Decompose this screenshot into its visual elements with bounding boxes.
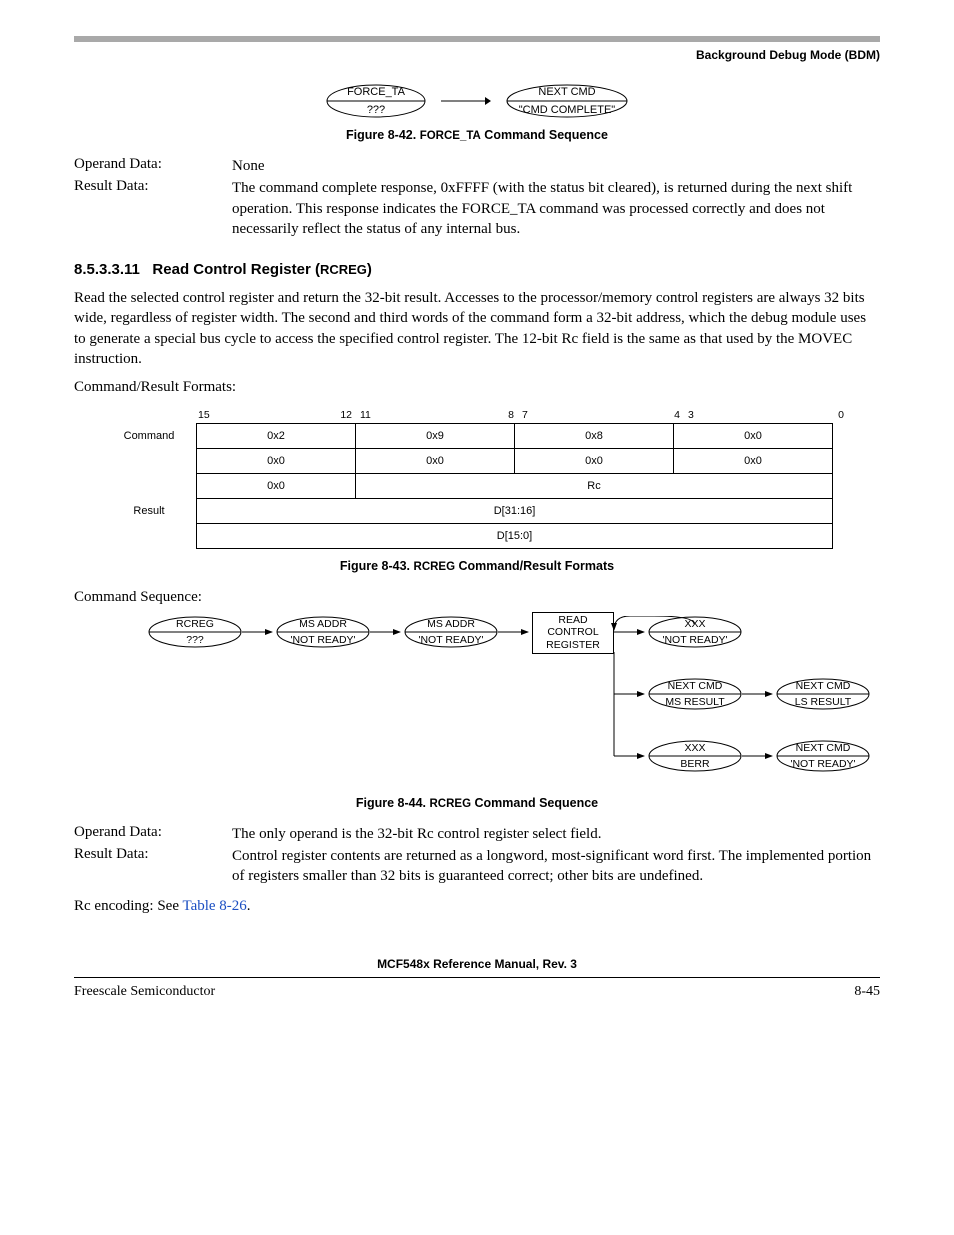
- footer-right: 8-45: [854, 984, 880, 1000]
- top-rule: [74, 36, 880, 42]
- result-label: Result Data:: [74, 846, 232, 887]
- bubble-label: FORCE_TA: [326, 86, 426, 98]
- rect-line: CONTROL: [533, 626, 613, 638]
- operand-label: Operand Data:: [74, 824, 232, 844]
- result-value: Control register contents are returned a…: [232, 846, 880, 887]
- rect-line: REGISTER: [533, 639, 613, 651]
- bubble-value: "CMD COMPLETE": [506, 104, 628, 116]
- node-next-ls: NEXT CMD LS RESULT: [776, 678, 870, 710]
- node-value: MS RESULT: [648, 696, 742, 708]
- cs-label: Command Sequence:: [74, 587, 880, 607]
- operand-label: Operand Data:: [74, 156, 232, 176]
- bit-cell: D[31:16]: [197, 499, 833, 524]
- bubble-label: NEXT CMD: [506, 86, 628, 98]
- node-value: ???: [148, 634, 242, 646]
- bit-cell: 0x8: [515, 424, 674, 449]
- table-link[interactable]: Table 8-26: [182, 898, 246, 914]
- operand-data-row: Operand Data: None: [74, 156, 880, 176]
- node-rcreg: RCREG ???: [148, 616, 242, 648]
- rect-line: READ: [533, 614, 613, 626]
- node-value: 'NOT READY': [776, 758, 870, 770]
- node-label: NEXT CMD: [648, 680, 742, 692]
- footer-rule: [74, 977, 880, 978]
- node-read-control: READ CONTROL REGISTER: [532, 612, 614, 654]
- result-data-row-2: Result Data: Control register contents a…: [74, 846, 880, 887]
- bit-cell: 0x0: [356, 449, 515, 474]
- node-xxx-berr: XXX BERR: [648, 740, 742, 772]
- node-label: NEXT CMD: [776, 680, 870, 692]
- bit-cell: 0x0: [197, 474, 356, 499]
- bit-cell: 0x0: [674, 424, 833, 449]
- node-value: 'NOT READY': [276, 634, 370, 646]
- result-data-row: Result Data: The command complete respon…: [74, 178, 880, 239]
- node-ms-addr-2: MS ADDR 'NOT READY': [404, 616, 498, 648]
- bit-cell: 0x2: [197, 424, 356, 449]
- node-label: MS ADDR: [276, 618, 370, 630]
- figure-42-caption: Figure 8-42. FORCE_TA Command Sequence: [74, 128, 880, 142]
- operand-value: The only operand is the 32-bit Rc contro…: [232, 824, 880, 844]
- bit-table: Command 0x2 0x9 0x8 0x0 0x0 0x0 0x0 0x0 …: [104, 423, 833, 549]
- row-label: Command: [104, 424, 197, 449]
- node-label: RCREG: [148, 618, 242, 630]
- node-label: MS ADDR: [404, 618, 498, 630]
- section-body: Read the selected control register and r…: [74, 288, 880, 369]
- bubble-force-ta: FORCE_TA ???: [326, 84, 426, 118]
- figure-43-caption: Figure 8-43. RCREG Command/Result Format…: [74, 559, 880, 573]
- result-value: The command complete response, 0xFFFF (w…: [232, 178, 880, 239]
- bit-cell: 0x0: [197, 449, 356, 474]
- bit-header: 15 12 11 8 7 4 3 0: [194, 409, 880, 421]
- node-next-notready: NEXT CMD 'NOT READY': [776, 740, 870, 772]
- node-value: 'NOT READY': [648, 634, 742, 646]
- bit-cell: 0x9: [356, 424, 515, 449]
- section-heading: 8.5.3.3.11 Read Control Register (RCREG): [74, 261, 880, 278]
- bit-cell: Rc: [356, 474, 833, 499]
- node-label: XXX: [648, 618, 742, 630]
- bit-cell: D[15:0]: [197, 524, 833, 549]
- figure-44-caption: Figure 8-44. RCREG Command Sequence: [74, 796, 880, 810]
- operand-data-row-2: Operand Data: The only operand is the 32…: [74, 824, 880, 844]
- rc-encoding-line: Rc encoding: See Table 8-26.: [74, 896, 880, 916]
- arrow-icon: [441, 96, 491, 106]
- node-label: XXX: [648, 742, 742, 754]
- node-ms-addr-1: MS ADDR 'NOT READY': [276, 616, 370, 648]
- figure-42-diagram: FORCE_TA ??? NEXT CMD "CMD COMPLETE": [74, 84, 880, 118]
- footer-manual-title: MCF548x Reference Manual, Rev. 3: [74, 957, 880, 971]
- footer-line: Freescale Semiconductor 8-45: [74, 984, 880, 1000]
- operand-value: None: [232, 156, 880, 176]
- bubble-value: ???: [326, 104, 426, 116]
- node-label: NEXT CMD: [776, 742, 870, 754]
- row-label: Result: [104, 499, 197, 524]
- bit-table-wrap: 15 12 11 8 7 4 3 0 Command 0x2 0x9 0x8 0…: [104, 409, 880, 549]
- bit-cell: 0x0: [515, 449, 674, 474]
- footer-left: Freescale Semiconductor: [74, 984, 215, 1000]
- crf-label: Command/Result Formats:: [74, 377, 880, 397]
- result-label: Result Data:: [74, 178, 232, 239]
- bit-cell: 0x0: [674, 449, 833, 474]
- figure-44-diagram: RCREG ??? MS ADDR 'NOT READY' MS ADDR 'N…: [114, 616, 880, 786]
- node-next-ms: NEXT CMD MS RESULT: [648, 678, 742, 710]
- page-header: Background Debug Mode (BDM): [74, 48, 880, 62]
- bubble-next-cmd: NEXT CMD "CMD COMPLETE": [506, 84, 628, 118]
- node-value: 'NOT READY': [404, 634, 498, 646]
- node-value: BERR: [648, 758, 742, 770]
- node-xxx-notready: XXX 'NOT READY': [648, 616, 742, 648]
- node-value: LS RESULT: [776, 696, 870, 708]
